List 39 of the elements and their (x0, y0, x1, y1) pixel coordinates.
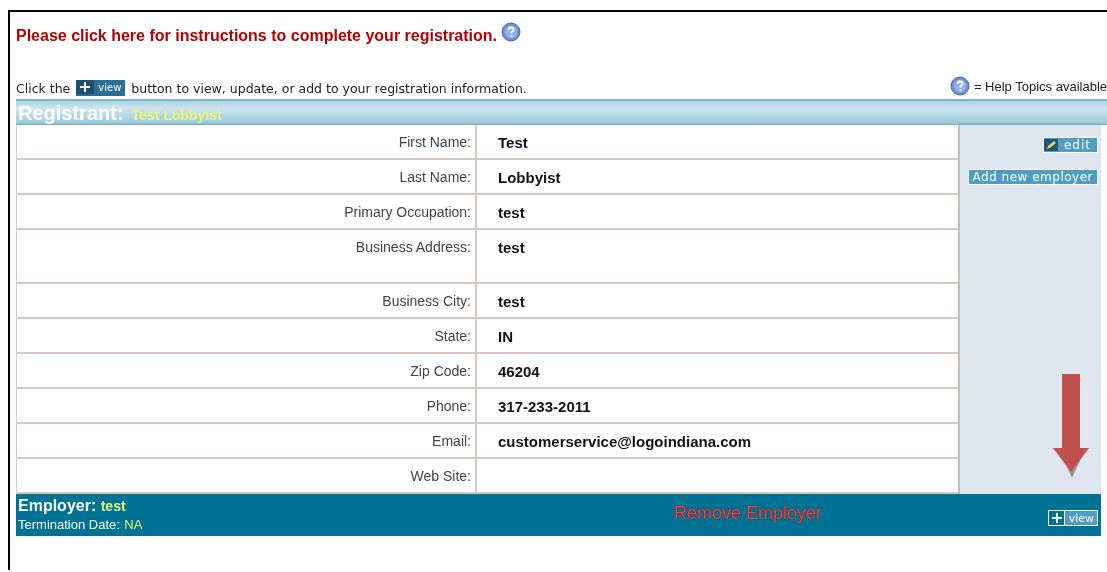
field-label: Web Site: (410, 468, 471, 484)
down-arrow-icon (1053, 374, 1091, 478)
section-title: Registrant: (18, 101, 124, 125)
field-value: Lobbyist (498, 169, 561, 186)
add-employer-button[interactable]: Add new employer (967, 169, 1098, 185)
field-label: Last Name: (399, 169, 471, 185)
edit-button[interactable]: edit (1042, 137, 1098, 153)
field-value: customerservice@logoindiana.com (498, 433, 752, 450)
help-icon[interactable] (501, 22, 522, 42)
field-label: Primary Occupation: (344, 204, 471, 220)
termination-value: NA (124, 517, 143, 532)
field-value: IN (498, 328, 513, 345)
intro-text: button to view, update, or add to your registration information. (131, 80, 527, 96)
field-value: test (498, 239, 525, 256)
field-value: test (498, 293, 525, 310)
field-label: Business Address: (355, 239, 471, 255)
section-title: Employer: (18, 497, 97, 514)
field-label: Email: (432, 433, 471, 449)
remove-employer-link[interactable]: Remove Employer (674, 502, 823, 524)
field-label: State: (434, 328, 471, 344)
pencil-icon (1043, 139, 1058, 151)
field-value: 46204 (498, 363, 540, 380)
help-legend: = Help Topics available (973, 78, 1107, 94)
field-value: 317-233-2011 (498, 398, 591, 415)
view-button[interactable]: view (1047, 510, 1098, 526)
plus-icon (1048, 511, 1065, 525)
plus-icon (76, 80, 95, 94)
field-label: Zip Code: (410, 363, 471, 379)
field-label: Phone: (426, 398, 471, 414)
registrant-name: Test Lobbyist (131, 107, 222, 123)
field-label: First Name: (398, 134, 471, 150)
field-label: Business City: (382, 293, 471, 309)
field-value: Test (498, 134, 528, 151)
field-value: test (498, 204, 525, 221)
termination-label: Termination Date: (18, 517, 120, 532)
intro-text: Click the (16, 80, 71, 96)
employer-name: test (100, 498, 126, 514)
help-icon (949, 76, 970, 96)
instructions-link[interactable]: Please click here for instructions to complete your registration. (16, 27, 498, 45)
